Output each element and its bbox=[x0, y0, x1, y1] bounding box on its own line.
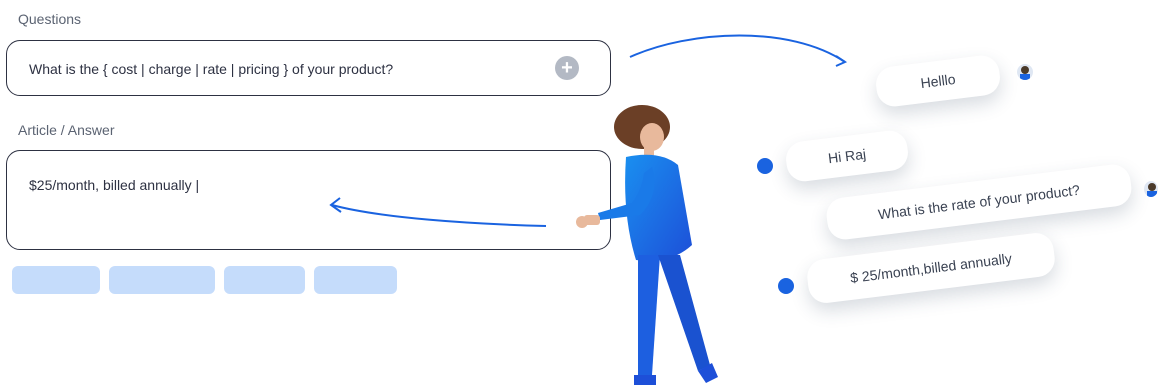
person-illustration bbox=[576, 105, 718, 385]
chat-message-text: Helllo bbox=[919, 70, 957, 92]
arrow-to-answer bbox=[331, 204, 547, 227]
arrow-head-chat bbox=[835, 55, 848, 67]
arrow-to-chat bbox=[629, 34, 846, 63]
bot-icon bbox=[757, 158, 773, 174]
bot-icon bbox=[778, 278, 794, 294]
arrow-head-answer bbox=[329, 197, 342, 213]
user-avatar-icon bbox=[1017, 64, 1033, 80]
chat-message-text: Hi Raj bbox=[827, 145, 867, 167]
chat-message-text: $ 25/month,billed annually bbox=[849, 250, 1013, 286]
user-avatar-icon bbox=[1144, 181, 1158, 197]
